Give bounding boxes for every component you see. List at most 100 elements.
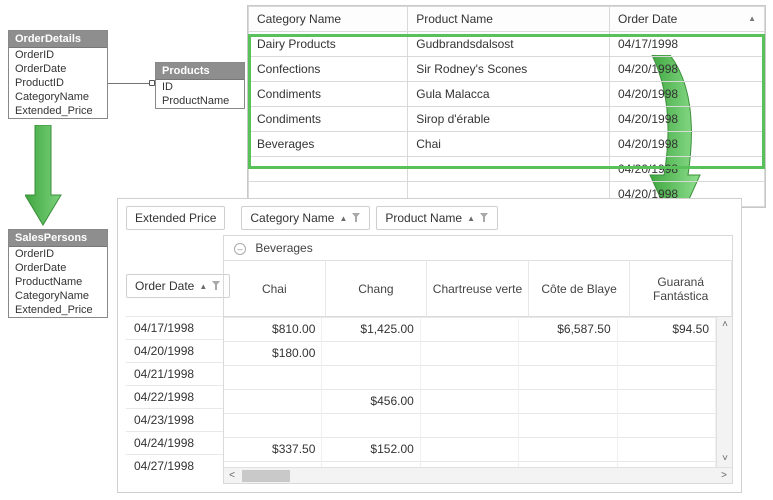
pivot-cell: $94.50: [618, 317, 716, 341]
cell: [408, 157, 610, 182]
sort-asc-icon: ▲: [339, 214, 347, 223]
cell: 04/20/1998: [610, 157, 765, 182]
pivot-cell: [224, 389, 322, 413]
pivot-cell: [618, 341, 716, 365]
pivot-row: [224, 413, 716, 437]
cell: Chai: [408, 132, 610, 157]
pivot-cell: [421, 341, 519, 365]
relation-line: [108, 83, 155, 84]
pivot-cell: [519, 341, 617, 365]
pivot-row-header[interactable]: 04/17/1998: [126, 316, 223, 339]
pivot-cell: $456.00: [322, 389, 420, 413]
schema-field: CategoryName: [9, 90, 107, 104]
col-field-chip-category[interactable]: Category Name ▲: [241, 206, 370, 230]
schema-title: Products: [156, 63, 244, 80]
pivot-cell: [224, 365, 322, 389]
pivot-cell: $337.50: [224, 437, 322, 461]
row-field-chip-date[interactable]: Order Date ▲: [126, 274, 230, 298]
pivot-cell: [322, 341, 420, 365]
filter-icon[interactable]: [212, 281, 221, 291]
pivot-cell: [618, 413, 716, 437]
column-band-header[interactable]: – Beverages: [224, 236, 732, 261]
scroll-up-icon[interactable]: ˄: [717, 317, 733, 333]
pivot-cell: [224, 413, 322, 437]
schema-field: ProductName: [156, 94, 244, 108]
pivot-column-header[interactable]: Chai: [224, 261, 326, 317]
pivot-row-header[interactable]: 04/24/1998: [126, 431, 223, 454]
pivot-cell: [519, 389, 617, 413]
schema-products[interactable]: Products ID ProductName: [155, 62, 245, 109]
pivot-cell: [618, 389, 716, 413]
chip-label: Product Name: [385, 211, 462, 225]
schema-title: OrderDetails: [9, 31, 107, 48]
cell: 04/17/1998: [610, 32, 765, 57]
pivot-row-header[interactable]: 04/21/1998: [126, 362, 223, 385]
pivot-cell: $6,587.50: [519, 317, 617, 341]
pivot-row-header[interactable]: 04/20/1998: [126, 339, 223, 362]
collapse-icon[interactable]: –: [234, 243, 246, 255]
chip-label: Category Name: [250, 211, 334, 225]
schema-field: ID: [156, 80, 244, 94]
pivot-column-header[interactable]: Guaraná Fantástica: [630, 261, 732, 317]
flow-arrow-icon: [25, 125, 65, 230]
column-header-date[interactable]: Order Date ▲: [610, 7, 765, 32]
sort-asc-icon: ▲: [748, 14, 756, 23]
scroll-left-icon[interactable]: ˂: [224, 468, 240, 484]
vertical-scrollbar[interactable]: ˄ ˅: [716, 317, 732, 467]
table-row[interactable]: Dairy ProductsGudbrandsdalsost04/17/1998: [249, 32, 765, 57]
table-row[interactable]: CondimentsGula Malacca04/20/1998: [249, 82, 765, 107]
pivot-grid[interactable]: Extended Price Category Name ▲ Product N…: [117, 198, 742, 493]
pivot-row: $456.00: [224, 389, 716, 413]
pivot-column-header[interactable]: Chang: [326, 261, 428, 317]
chip-label: Order Date: [135, 279, 194, 293]
cell: Sir Rodney's Scones: [408, 57, 610, 82]
schema-field: OrderID: [9, 48, 107, 62]
table-row[interactable]: CondimentsSirop d'érable04/20/1998: [249, 107, 765, 132]
filter-icon[interactable]: [480, 213, 489, 223]
cell: [249, 157, 408, 182]
scroll-right-icon[interactable]: ˃: [716, 468, 732, 484]
table-row[interactable]: BeveragesChai04/20/1998: [249, 132, 765, 157]
table-row[interactable]: 04/20/1998: [249, 157, 765, 182]
pivot-column-header[interactable]: Côte de Blaye: [529, 261, 631, 317]
pivot-cell: [421, 389, 519, 413]
scroll-thumb[interactable]: [242, 470, 290, 482]
cell: Sirop d'érable: [408, 107, 610, 132]
schema-sales-persons[interactable]: SalesPersons OrderID OrderDate ProductNa…: [8, 229, 108, 318]
cell: Condiments: [249, 107, 408, 132]
cell: 04/20/1998: [610, 107, 765, 132]
pivot-cell: $180.00: [224, 341, 322, 365]
sort-asc-icon: ▲: [467, 214, 475, 223]
cell: Dairy Products: [249, 32, 408, 57]
scroll-down-icon[interactable]: ˅: [717, 451, 733, 467]
relation-endpoint-icon: [149, 80, 155, 86]
pivot-row-header[interactable]: 04/23/1998: [126, 408, 223, 431]
pivot-column-header[interactable]: Chartreuse verte: [427, 261, 529, 317]
pivot-cell: [618, 365, 716, 389]
pivot-cell: [421, 317, 519, 341]
filter-icon[interactable]: [352, 213, 361, 223]
pivot-row: [224, 365, 716, 389]
cell: Confections: [249, 57, 408, 82]
pivot-row: $180.00: [224, 341, 716, 365]
column-header-product[interactable]: Product Name: [408, 7, 610, 32]
cell: Condiments: [249, 82, 408, 107]
pivot-cell: [421, 365, 519, 389]
pivot-cell: [519, 365, 617, 389]
flat-data-grid[interactable]: Category Name Product Name Order Date ▲ …: [247, 5, 766, 208]
pivot-row-header[interactable]: 04/27/1998: [126, 454, 223, 477]
cell: Gula Malacca: [408, 82, 610, 107]
horizontal-scrollbar[interactable]: ˂ ˃: [224, 467, 732, 483]
col-field-chip-product[interactable]: Product Name ▲: [376, 206, 498, 230]
chip-label: Extended Price: [135, 211, 216, 225]
cell: Beverages: [249, 132, 408, 157]
data-field-chip[interactable]: Extended Price: [126, 206, 225, 230]
cell: 04/20/1998: [610, 57, 765, 82]
pivot-row: $337.50$152.00: [224, 437, 716, 461]
schema-order-details[interactable]: OrderDetails OrderID OrderDate ProductID…: [8, 30, 108, 119]
column-header-category[interactable]: Category Name: [249, 7, 408, 32]
pivot-cell: [421, 437, 519, 461]
schema-field: Extended_Price: [9, 303, 107, 317]
pivot-row-header[interactable]: 04/22/1998: [126, 385, 223, 408]
table-row[interactable]: ConfectionsSir Rodney's Scones04/20/1998: [249, 57, 765, 82]
